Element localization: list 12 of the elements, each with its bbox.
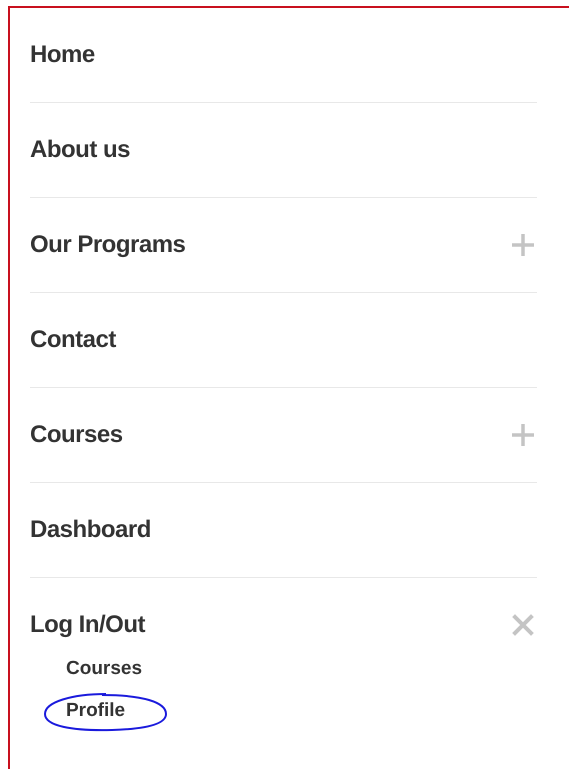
menu-link[interactable]: About us [30, 136, 130, 164]
menu-link[interactable]: Our Programs [30, 231, 186, 259]
plus-icon[interactable] [511, 233, 535, 257]
menu-link[interactable]: Courses [30, 421, 123, 449]
submenu-link[interactable]: Courses [66, 658, 142, 680]
submenu-link[interactable]: Profile [66, 700, 126, 722]
close-icon[interactable] [511, 613, 535, 637]
plus-icon[interactable] [511, 423, 535, 447]
menu-link[interactable]: Log In/Out [30, 611, 145, 639]
menu-link[interactable]: Home [30, 41, 95, 69]
menu-link[interactable]: Dashboard [30, 516, 151, 544]
menu-link[interactable]: Contact [30, 326, 116, 354]
